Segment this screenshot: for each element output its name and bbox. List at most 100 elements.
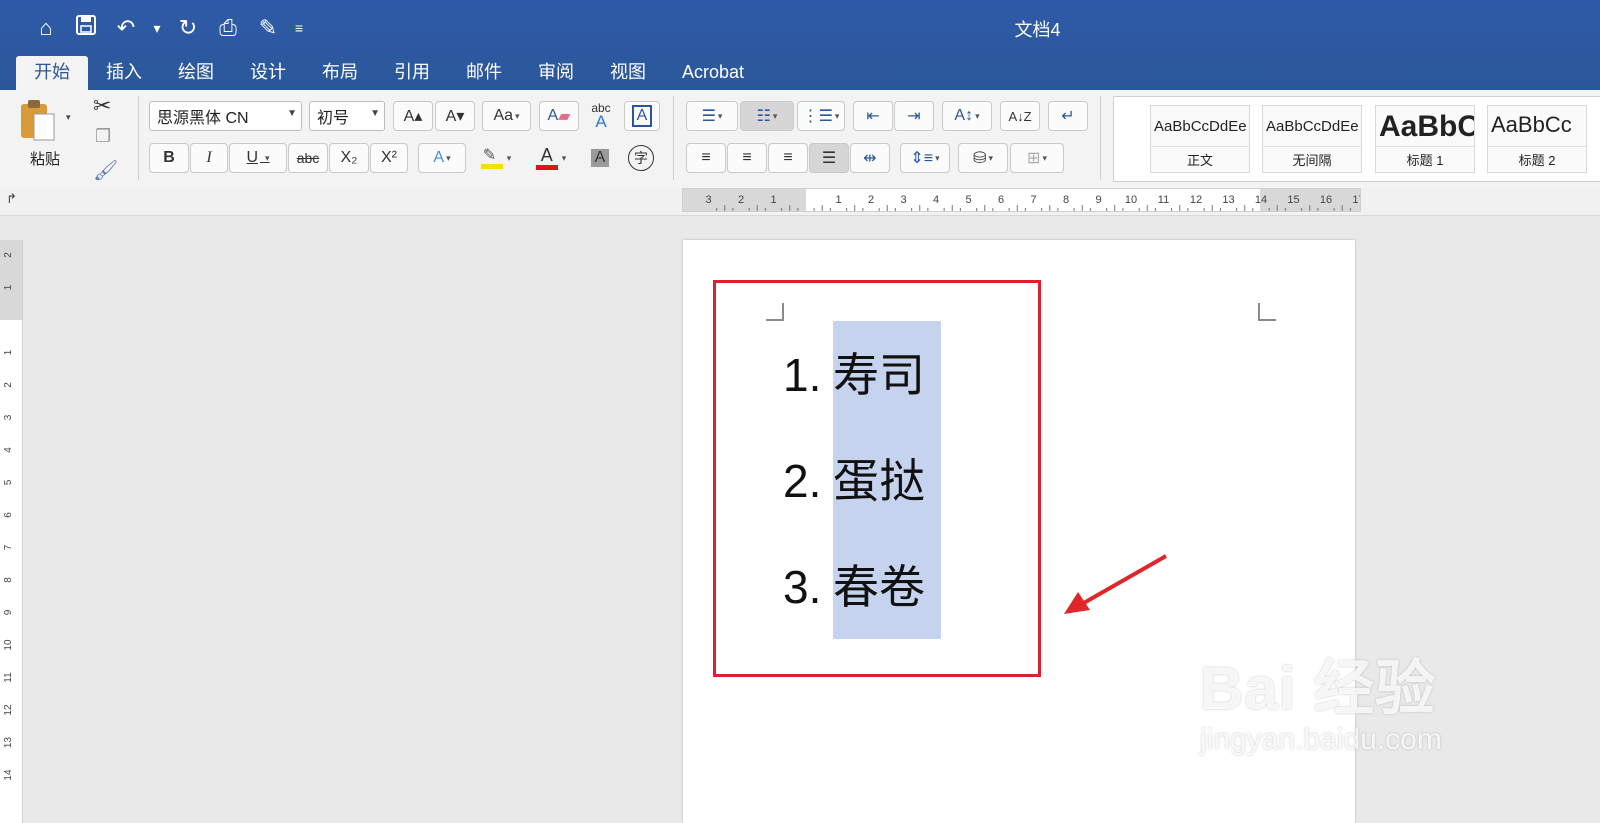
ruler-number: 12 [1190, 194, 1202, 206]
tab-view[interactable]: 视图 [592, 56, 664, 90]
strikethrough-icon: abc [296, 150, 320, 166]
tab-design[interactable]: 设计 [232, 56, 304, 90]
clear-format-icon: A [547, 107, 559, 124]
ruler-number: 7 [3, 544, 14, 550]
copy-icon[interactable]: ❐ [95, 126, 111, 147]
ruler-number: 9 [1095, 194, 1101, 206]
char-border-button[interactable]: A [624, 101, 660, 131]
enclose-char-button[interactable]: 字 [623, 143, 659, 173]
paste-dropdown-icon[interactable]: ▾ [66, 112, 71, 123]
multilevel-list-button[interactable]: ⋮☰ ▾ [797, 101, 845, 131]
enclose-char-icon: 字 [628, 145, 654, 171]
tab-layout[interactable]: 布局 [304, 56, 376, 90]
justify-button[interactable]: ☰ [809, 143, 849, 173]
text-direction-icon: A↕ [954, 107, 974, 124]
chevron-down-icon: ▾ [772, 110, 778, 121]
ruler-number: 3 [705, 194, 711, 206]
underline-icon: U [246, 149, 259, 166]
chevron-down-icon: ▾ [446, 152, 451, 163]
tab-draw[interactable]: 绘图 [160, 56, 232, 90]
chevron-down-icon: ▾ [988, 152, 993, 163]
font-size-value: 初号 [317, 110, 350, 127]
borders-button[interactable]: ⊞ ▾ [1010, 143, 1064, 173]
text-effect-icon: A [433, 149, 445, 166]
italic-button[interactable]: I [190, 143, 228, 173]
style-name: 标题 2 [1488, 146, 1586, 169]
text-effect-button[interactable]: A ▾ [418, 143, 466, 173]
numbered-list-icon: ☷ [756, 108, 771, 125]
align-left-button[interactable]: ≡ [686, 143, 726, 173]
grow-font-button[interactable]: A▴ [393, 101, 433, 131]
align-right-button[interactable]: ≡ [768, 143, 808, 173]
style-heading-1[interactable]: AaBbC 标题 1 [1375, 105, 1475, 173]
ruler-ticks: 3211234567891011121314151617 [705, 194, 1360, 211]
underline-button[interactable]: U ▾ [229, 143, 287, 173]
eraser-icon: ▰ [558, 108, 571, 125]
strikethrough-button[interactable]: abc [288, 143, 328, 173]
decrease-indent-button[interactable]: ⇤ [853, 101, 893, 131]
sort-button[interactable]: A↓Z [1000, 101, 1040, 131]
char-shading-icon: A [590, 149, 610, 167]
bullet-list-icon: ☰ [701, 108, 716, 125]
increase-indent-button[interactable]: ⇥ [894, 101, 934, 131]
sort-icon: A↓Z [1008, 108, 1032, 124]
tab-acrobat[interactable]: Acrobat [664, 56, 762, 90]
bullets-button[interactable]: ☰ ▾ [686, 101, 738, 131]
subscript-icon: X₂ [340, 149, 358, 166]
style-name: 正文 [1151, 146, 1249, 169]
paste-icon[interactable] [18, 98, 58, 142]
title-bar: ⌂ ↶ ▾ ↻ ⎙ ✎ ≡ 文档4 开始 插入 绘图 设计 布局 引用 邮件 审… [0, 0, 1600, 90]
tab-references[interactable]: 引用 [376, 56, 448, 90]
tab-insert[interactable]: 插入 [88, 56, 160, 90]
highlight-button[interactable]: ✎ ▾ [470, 143, 520, 173]
distributed-button[interactable]: ⇹ [850, 143, 890, 173]
shading-button[interactable]: ⛁ ▾ [958, 143, 1008, 173]
tab-selector-icon[interactable]: ↱ [6, 191, 17, 207]
highlighter-icon: ✎ [479, 145, 505, 171]
subscript-button[interactable]: X₂ [329, 143, 369, 173]
ruler-number: 17 [1352, 194, 1360, 206]
line-spacing-button[interactable]: ⇕≡ ▾ [900, 143, 950, 173]
superscript-button[interactable]: X² [370, 143, 408, 173]
superscript-icon: X² [381, 149, 397, 166]
paste-label[interactable]: 粘贴 [30, 148, 60, 169]
show-marks-button[interactable]: ↵ [1048, 101, 1088, 131]
phonetic-guide-button[interactable]: abc A [583, 100, 619, 130]
char-shading-button[interactable]: A [585, 143, 615, 173]
ruler-number: 1 [3, 349, 14, 355]
chevron-down-icon: ▾ [935, 152, 940, 163]
ruler-number: 4 [933, 194, 939, 206]
style-no-spacing[interactable]: AaBbCcDdEe 无间隔 [1262, 105, 1362, 173]
ruler-number: 10 [1125, 194, 1137, 206]
font-size-select[interactable]: 初号 ▼ [309, 101, 385, 131]
chevron-down-icon: ▼ [287, 108, 297, 119]
change-case-button[interactable]: Aa ▾ [482, 101, 531, 131]
vertical-ruler[interactable]: 2 1 1 2 3 4 5 6 7 8 9 10 11 12 13 14 [0, 240, 23, 823]
ruler-number: 11 [1158, 194, 1169, 206]
multilevel-list-icon: ⋮☰ [802, 108, 833, 125]
style-normal[interactable]: AaBbCcDdEe 正文 [1150, 105, 1250, 173]
align-center-button[interactable]: ≡ [727, 143, 767, 173]
ruler-number: 5 [965, 194, 971, 206]
font-name-select[interactable]: 思源黑体 CN ▼ [149, 101, 302, 131]
format-painter-icon[interactable]: 🖌 [93, 158, 118, 183]
numbering-button[interactable]: ☷ ▾ [740, 101, 794, 131]
watermark-logo: Bai 经验 [1200, 655, 1437, 722]
ruler-number: 14 [1255, 194, 1267, 206]
shrink-font-button[interactable]: A▾ [435, 101, 475, 131]
font-color-button[interactable]: A ▾ [525, 143, 575, 173]
divider [673, 96, 674, 180]
style-heading-2[interactable]: AaBbCc 标题 2 [1487, 105, 1587, 173]
cut-icon[interactable]: ✂ [93, 93, 111, 119]
tab-review[interactable]: 审阅 [520, 56, 592, 90]
tab-home[interactable]: 开始 [16, 56, 88, 90]
tab-mailings[interactable]: 邮件 [448, 56, 520, 90]
bold-button[interactable]: B [149, 143, 189, 173]
horizontal-ruler[interactable]: 3211234567891011121314151617 [682, 188, 1361, 212]
ruler-number: 2 [3, 382, 14, 388]
divider [1100, 96, 1101, 180]
clear-format-button[interactable]: A ▰ [539, 101, 579, 131]
text-direction-button[interactable]: A↕ ▾ [942, 101, 992, 131]
ruler-number: 16 [1320, 194, 1332, 206]
ruler-number: 13 [3, 737, 14, 749]
